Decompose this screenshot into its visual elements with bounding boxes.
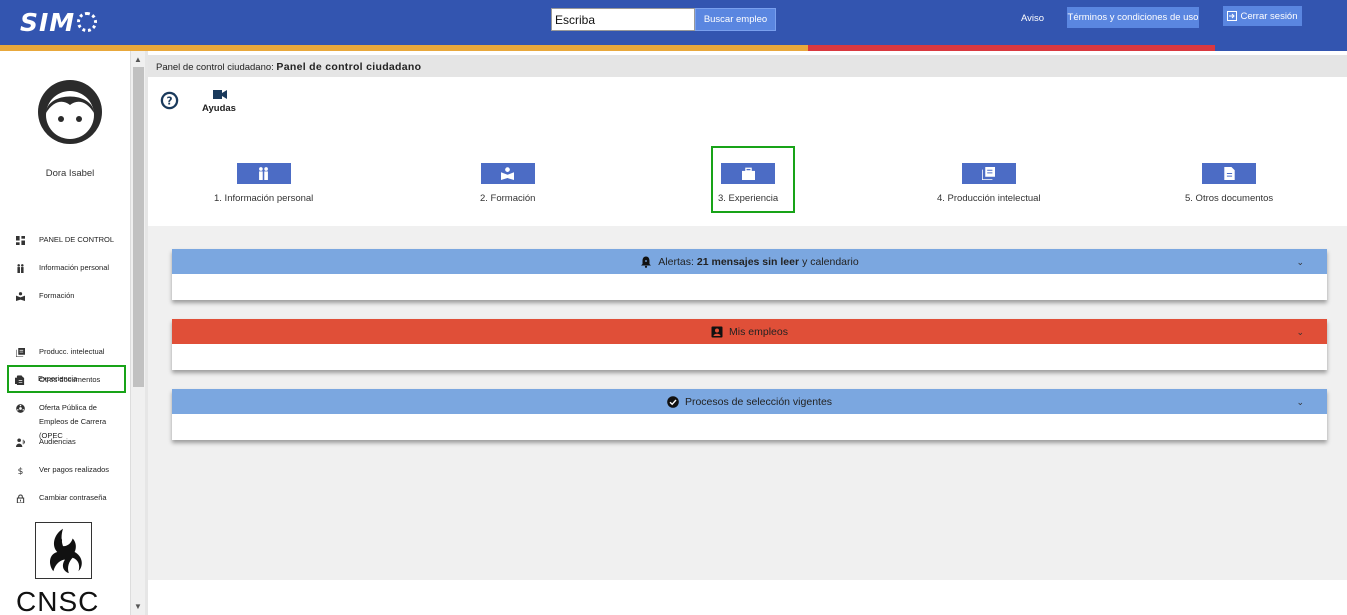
alerts-prefix: Alertas:: [658, 255, 694, 268]
sidebar-item-label: Formación: [39, 291, 75, 300]
sidebar-item-label: Otros documentos: [39, 375, 101, 384]
svg-text:$: $: [17, 467, 23, 475]
people-icon: [16, 264, 24, 273]
step-button[interactable]: [961, 163, 1016, 184]
sidebar-item-label: Cambiar contraseña: [39, 493, 107, 502]
step-produccion-intelectual[interactable]: 4. Producción intelectual: [937, 130, 1041, 204]
alerts-unread-count: 21 mensajes sin leer: [696, 255, 800, 268]
avatar[interactable]: [37, 79, 103, 145]
alerts-suffix: y calendario: [802, 255, 859, 268]
logout-icon: [1227, 11, 1238, 21]
svg-text:?: ?: [166, 95, 172, 107]
sidebar-item-produccion-intelectual[interactable]: Producc. intelectual: [10, 347, 128, 359]
people-icon: [259, 167, 269, 180]
processes-title: Procesos de selección vigentes: [684, 395, 833, 408]
step-label: 5. Otros documentos: [1185, 193, 1274, 204]
alerts-panel: Alertas: 21 mensajes sin leer y calendar…: [172, 249, 1327, 300]
step-otros-documentos[interactable]: 5. Otros documentos: [1185, 130, 1273, 204]
logout-button[interactable]: Cerrar sesión: [1223, 6, 1302, 26]
breadcrumb-current: Panel de control ciudadano: [276, 61, 422, 73]
sidebar-item-formacion[interactable]: Formación: [10, 291, 128, 303]
logout-label: Cerrar sesión: [1240, 10, 1298, 22]
lock-icon: [16, 494, 24, 503]
audience-icon: [15, 438, 25, 447]
step-button[interactable]: [1202, 163, 1257, 184]
chevron-down-icon[interactable]: ⌄: [1296, 327, 1304, 338]
user-name: Dora Isabel: [45, 168, 95, 179]
step-button[interactable]: [236, 163, 291, 184]
jobs-panel: Mis empleos ⌄: [172, 319, 1327, 370]
aviso-link[interactable]: Aviso: [1021, 13, 1044, 24]
sidebar-item-label: Información personal: [39, 263, 110, 272]
jobs-panel-header[interactable]: Mis empleos ⌄: [172, 319, 1327, 344]
terms-button[interactable]: Términos y condiciones de uso: [1067, 7, 1199, 28]
sidebar: Dora Isabel PANEL DE CONTROL Información…: [0, 51, 130, 615]
active-step-highlight: [711, 146, 795, 213]
scroll-down-icon[interactable]: ▼: [134, 602, 142, 611]
search-input[interactable]: [551, 8, 695, 31]
video-camera-icon[interactable]: [213, 89, 227, 100]
step-label: 1. Información personal: [214, 193, 314, 204]
sidebar-scrollbar[interactable]: ▲ ▼: [130, 51, 145, 615]
chevron-down-icon[interactable]: ⌄: [1296, 257, 1304, 268]
sidebar-item-label: Audiencias: [39, 437, 76, 446]
step-button[interactable]: [480, 163, 535, 184]
scroll-thumb[interactable]: [133, 67, 144, 387]
library-icon: [982, 167, 996, 180]
globe-icon: [15, 404, 25, 413]
cnsc-logo: [35, 522, 92, 579]
simo-logo[interactable]: SIM: [20, 8, 98, 37]
step-label: 2. Formación: [480, 193, 536, 204]
stripe-red: [808, 45, 1215, 51]
sidebar-item-label: PANEL DE CONTROL: [39, 235, 115, 244]
library-icon: [15, 348, 25, 357]
alerts-panel-header[interactable]: Alertas: 21 mensajes sin leer y calendar…: [172, 249, 1327, 274]
cnsc-emblem-icon: [50, 528, 82, 574]
book-icon: [15, 292, 25, 301]
help-icon[interactable]: ?: [160, 91, 179, 110]
bell-icon: [641, 256, 652, 268]
top-bar: SIM Buscar empleo Aviso Términos y condi…: [0, 0, 1347, 45]
sidebar-item-panel-control[interactable]: PANEL DE CONTROL: [10, 235, 128, 247]
breadcrumb-prefix: Panel de control ciudadano:: [156, 62, 274, 73]
sidebar-item-pagos[interactable]: $ Ver pagos realizados: [10, 465, 128, 477]
check-circle-icon: [667, 395, 679, 408]
chevron-down-icon[interactable]: ⌄: [1296, 397, 1304, 408]
book-icon: [501, 167, 515, 180]
document-icon: [1223, 167, 1235, 180]
dollar-icon: $: [17, 467, 23, 475]
processes-panel-header[interactable]: Procesos de selección vigentes ⌄: [172, 389, 1327, 414]
stripe-blue: [1215, 45, 1347, 51]
search-button[interactable]: Buscar empleo: [695, 8, 776, 31]
sidebar-item-audiencias[interactable]: Audiencias: [10, 437, 128, 449]
cnsc-logo-text: CNSC: [16, 586, 100, 615]
sidebar-item-label: Producc. intelectual: [39, 347, 105, 356]
step-informacion-personal[interactable]: 1. Información personal: [214, 130, 313, 204]
help-label[interactable]: Ayudas: [202, 103, 236, 114]
scroll-up-icon[interactable]: ▲: [134, 55, 142, 64]
sidebar-item-otros-documentos[interactable]: Otros documentos: [10, 375, 128, 387]
contact-card-icon: [711, 326, 723, 337]
dashboard-icon: [15, 236, 25, 245]
sidebar-item-cambiar-contrasena[interactable]: Cambiar contraseña: [10, 493, 128, 505]
step-label: 4. Producción intelectual: [937, 193, 1041, 204]
logo-o-icon: [77, 12, 98, 32]
processes-panel: Procesos de selección vigentes ⌄: [172, 389, 1327, 440]
sidebar-item-informacion-personal[interactable]: Información personal: [10, 263, 128, 275]
breadcrumb: Panel de control ciudadano: Panel de con…: [156, 61, 421, 73]
step-formacion[interactable]: 2. Formación: [480, 130, 535, 204]
breadcrumb-bar: Panel de control ciudadano: Panel de con…: [148, 55, 1347, 77]
jobs-title: Mis empleos: [729, 325, 788, 338]
sidebar-item-label: Ver pagos realizados: [39, 465, 110, 474]
document-icon: [16, 376, 24, 385]
